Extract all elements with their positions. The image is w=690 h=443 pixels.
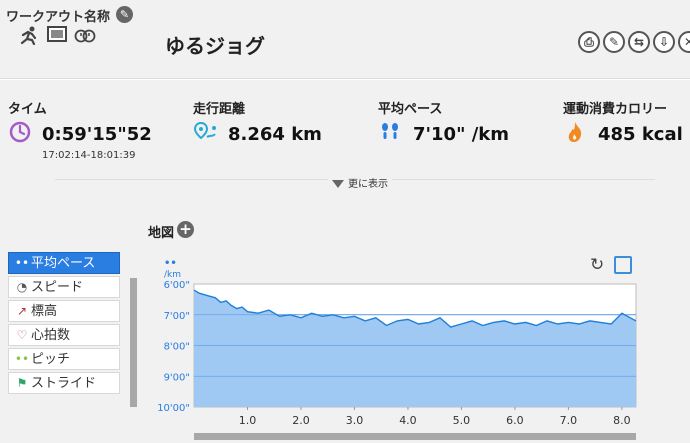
pencil-icon[interactable]: ✎ — [116, 6, 133, 23]
menu-item-label: スピード — [31, 280, 84, 295]
print-button[interactable]: ⎙ — [578, 31, 600, 53]
runner-icon: ⚑ — [16, 376, 28, 390]
stat-calories-label: 運動消費カロリー — [563, 102, 668, 117]
footprints-icon: •• — [14, 256, 30, 270]
menu-item-4[interactable]: •• ピッチ — [8, 348, 120, 370]
clock-icon — [9, 121, 31, 143]
menu-scrollbar[interactable] — [130, 278, 137, 407]
menu-item-label: ストライド — [31, 376, 97, 391]
y-tick-label: 6'00" — [164, 280, 190, 291]
x-tick-label: 4.0 — [399, 414, 417, 427]
reset-icon[interactable]: ↻ — [590, 256, 608, 274]
x-tick-label: 7.0 — [560, 414, 578, 427]
menu-item-0[interactable]: •• 平均ペース — [8, 252, 120, 274]
workout-title: ゆるジョグ — [165, 34, 265, 58]
heart-icon: ♡ — [16, 328, 28, 342]
y-tick-label: 9'00" — [164, 372, 190, 383]
stat-distance-label: 走行距離 — [193, 102, 246, 117]
monitor-icon — [47, 26, 67, 42]
stat-distance-value: 8.264 km — [228, 124, 322, 145]
menu-item-label: 心拍数 — [31, 328, 71, 343]
show-more-button[interactable]: 更に表示 — [328, 175, 392, 190]
x-tick-label: 6.0 — [506, 414, 524, 427]
stat-distance: 走行距離 8.264 km — [193, 98, 322, 145]
stat-calories: 運動消費カロリー 485 kcal — [563, 98, 683, 145]
y-tick-label: 10'00" — [157, 403, 190, 414]
time-range: 17:02:14-18:01:39 — [42, 150, 136, 161]
delete-button[interactable]: ✕ — [678, 31, 690, 53]
stat-pace-label: 平均ペース — [378, 102, 443, 117]
x-tick-label: 3.0 — [346, 414, 364, 427]
stat-pace-value: 7'10" /km — [413, 124, 510, 145]
swap-button[interactable]: ⇆ — [628, 31, 650, 53]
map-label: 地図 — [148, 226, 175, 241]
menu-item-label: 標高 — [31, 304, 58, 319]
x-tick-label: 5.0 — [453, 414, 471, 427]
workout-name-label: ワークアウト名称 — [6, 10, 111, 25]
stat-pace: 平均ペース 7'10" /km — [378, 98, 509, 145]
workout-header: ワークアウト名称 ✎ ゆるジョグ ⎙ ✎ ⇆ ⇩ ✕ — [0, 0, 690, 79]
y-tick-label: 7'00" — [164, 311, 190, 322]
menu-item-3[interactable]: ♡ 心拍数 — [8, 324, 120, 346]
stat-time-value: 0:59'15"52 — [42, 124, 152, 145]
menu-item-label: 平均ペース — [31, 256, 96, 271]
stat-calories-value: 485 kcal — [598, 124, 683, 145]
stopwatch-icon — [74, 29, 96, 43]
stat-time-label: タイム — [8, 102, 47, 117]
menu-item-1[interactable]: ◔ スピード — [8, 276, 120, 298]
speedometer-icon: ◔ — [16, 280, 28, 294]
show-more-label: 更に表示 — [348, 179, 388, 190]
y-tick-label: 8'00" — [164, 342, 190, 353]
edit-button[interactable]: ✎ — [603, 31, 625, 53]
map-pin-icon — [193, 121, 216, 140]
menu-item-label: ピッチ — [31, 352, 71, 367]
x-tick-label: 8.0 — [613, 414, 631, 427]
triangle-down-icon — [332, 180, 344, 188]
x-tick-label: 2.0 — [292, 414, 310, 427]
chart-section: 地図 + •• 平均ペース ◔ スピード ↗ 標高 ♡ 心拍数 •• ピッチ ⚑ ストライド ••/k… — [0, 200, 690, 443]
elevation-icon: ↗ — [16, 304, 28, 318]
zoom-icon[interactable] — [614, 256, 632, 274]
menu-item-2[interactable]: ↗ 標高 — [8, 300, 120, 322]
plus-icon[interactable]: + — [177, 221, 194, 238]
footprints-icon — [382, 123, 398, 139]
chart-scrollbar[interactable] — [194, 433, 636, 440]
x-tick-label: 1.0 — [239, 414, 257, 427]
y-axis-label: /km — [164, 270, 181, 280]
steps-icon: •• — [14, 352, 30, 366]
menu-item-5[interactable]: ⚑ ストライド — [8, 372, 120, 394]
metric-menu: •• 平均ペース ◔ スピード ↗ 標高 ♡ 心拍数 •• ピッチ ⚑ ストライド — [8, 252, 120, 396]
flame-icon — [568, 122, 582, 142]
pace-chart: ••/km6'00" 7'00" 8'00" 9'00" 10'00" 1.0 2.0 3.0… — [157, 258, 637, 427]
export-button[interactable]: ⇩ — [653, 31, 675, 53]
y-axis-icon: •• — [164, 258, 177, 269]
runner-icon — [20, 26, 37, 45]
stat-time: タイム 0:59'15"52 — [8, 98, 152, 145]
workout-stats: タイム 0:59'15"52 17:02:14-18:01:39 走行距離 8.… — [0, 80, 690, 200]
